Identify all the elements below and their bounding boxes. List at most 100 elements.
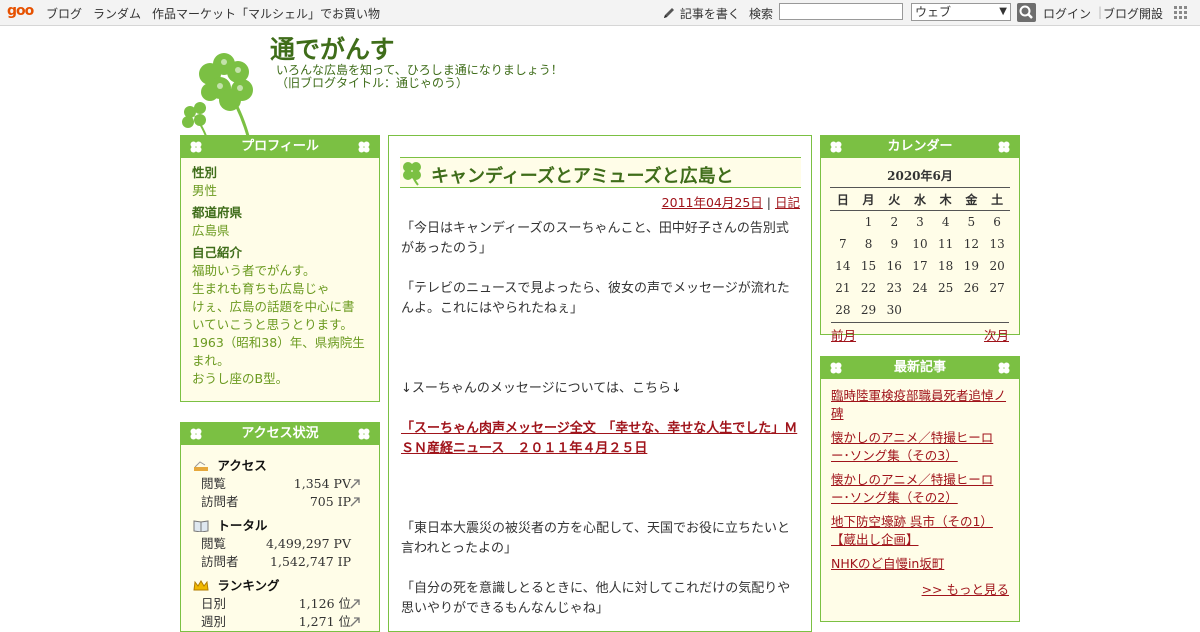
calendar-day: 12 bbox=[963, 237, 979, 251]
calendar-day: 11 bbox=[938, 237, 954, 251]
gender-value: 男性 bbox=[192, 183, 218, 198]
rank-row: 週別 1,271 位 bbox=[193, 613, 379, 631]
recent-article-link[interactable]: 懐かしのアニメ／特撮ヒーロー･ソング集（その3） bbox=[831, 429, 1009, 465]
news-link[interactable]: 「スーちゃん肉声メッセージ全文 「幸せな、幸せな人生でした」ＭＳＮ産経ニュース … bbox=[401, 419, 801, 459]
search-scope-select[interactable]: ウェブ ▼ bbox=[911, 3, 1011, 21]
calendar-day: 23 bbox=[886, 281, 902, 295]
calendar-day: 24 bbox=[912, 281, 928, 295]
profile-header: プロフィール bbox=[181, 136, 379, 158]
calendar-day: 14 bbox=[835, 259, 851, 273]
weekday: 金 bbox=[958, 187, 985, 211]
calendar-month: 2020年6月 bbox=[887, 169, 953, 183]
blog-start-link[interactable]: ブログ開設 bbox=[1103, 5, 1163, 22]
recent-article-link[interactable]: NHKのど自慢in坂町 bbox=[831, 555, 1009, 573]
article-date-link[interactable]: 2011年04月25日 bbox=[662, 195, 763, 210]
calendar-day bbox=[830, 211, 856, 234]
site-title[interactable]: 通でがんす bbox=[270, 30, 395, 66]
calendar-day bbox=[984, 299, 1010, 321]
access-section-title: アクセス bbox=[193, 457, 379, 475]
recent-article-link[interactable]: 懐かしのアニメ／特撮ヒーロー･ソング集（その2） bbox=[831, 471, 1009, 507]
prev-month-link[interactable]: 前月 bbox=[831, 325, 856, 344]
article-category-link[interactable]: 日記 bbox=[775, 195, 800, 210]
more-articles-link[interactable]: >> もっと見る bbox=[831, 579, 1009, 598]
intro-line: 1963（昭和38）年、県病院生 bbox=[192, 335, 365, 350]
nav-link-marche[interactable]: 作品マーケット「マルシェル」でお買い物 bbox=[152, 5, 380, 22]
article-paragraph: 「今日はキャンディーズのスーちゃんこと、田中好子さんの告別式があったのう」 bbox=[401, 221, 789, 256]
article-body: 「今日はキャンディーズのスーちゃんこと、田中好子さんの告別式があったのう」 「テ… bbox=[401, 219, 801, 619]
search-label: 検索 bbox=[749, 7, 774, 21]
recent-article-link[interactable]: 臨時陸軍検疫部職員死者追悼ノ碑 bbox=[831, 387, 1009, 423]
recent-header: 最新記事 bbox=[821, 357, 1019, 379]
calendar-week: 28 29 30 bbox=[830, 299, 1010, 321]
access-heading: アクセス状況 bbox=[241, 426, 319, 441]
calendar-day: 4 bbox=[941, 215, 950, 229]
article-header: キャンディーズとアミューズと広島と bbox=[400, 157, 801, 188]
rank-row: 日別 1,126 位 bbox=[193, 595, 379, 613]
clover-icon bbox=[998, 362, 1010, 374]
calendar-day: 9 bbox=[890, 237, 899, 251]
weekday: 月 bbox=[855, 187, 882, 211]
intro-line: まれ。 bbox=[192, 353, 230, 368]
site-tagline: いろんな広島を知って、ひろしま通になりましょう！ （旧ブログタイトル：通じゃのう… bbox=[276, 64, 563, 90]
recent-heading: 最新記事 bbox=[893, 360, 946, 375]
grid-menu-icon[interactable] bbox=[1173, 5, 1189, 21]
intro-line: 福助いう者でがんす。 bbox=[192, 263, 316, 278]
calendar-nav: 前月 次月 bbox=[831, 322, 1009, 343]
calendar-day: 30 bbox=[886, 303, 902, 317]
login-link[interactable]: ログイン bbox=[1043, 5, 1091, 22]
arrow-icon[interactable] bbox=[349, 478, 361, 490]
total-row: 訪問者 1,542,747 IP bbox=[201, 554, 351, 569]
article-paragraph: 「東日本大震災の被災者の方を心配して、天国でお役に立ちたいと言われとったよの」 bbox=[401, 521, 790, 556]
search-button[interactable] bbox=[1017, 3, 1036, 22]
clover-icon bbox=[358, 428, 370, 440]
article-meta: 2011年04月25日 | 日記 bbox=[662, 192, 800, 211]
next-month-link[interactable]: 次月 bbox=[984, 325, 1009, 344]
clover-icon bbox=[190, 141, 202, 153]
intro-line: 生まれも育ちも広島じゃ bbox=[192, 281, 330, 296]
calendar-day: 26 bbox=[963, 281, 979, 295]
goo-logo[interactable]: goo bbox=[7, 3, 34, 19]
book-icon bbox=[193, 520, 209, 532]
calendar-grid: 日 月 火 水 木 金 土 1 2 3 4 5 6 7 8 9 10 11 12… bbox=[830, 187, 1010, 321]
prefecture-value: 広島県 bbox=[192, 223, 230, 238]
calendar-day: 16 bbox=[886, 259, 902, 273]
top-navigation-bar: goo ブログ ランダム 作品マーケット「マルシェル」でお買い物 記事を書く 検… bbox=[0, 0, 1200, 26]
calendar-day: 18 bbox=[938, 259, 954, 273]
calendar-day bbox=[933, 299, 959, 321]
calendar-week: 7 8 9 10 11 12 13 bbox=[830, 233, 1010, 255]
tagline-line-2: （旧ブログタイトル：通じゃのう） bbox=[276, 76, 469, 90]
calendar-day: 28 bbox=[835, 303, 851, 317]
clover-icon bbox=[998, 141, 1010, 153]
nav-link-random[interactable]: ランダム bbox=[93, 5, 141, 22]
calendar-day: 25 bbox=[938, 281, 954, 295]
search-icon bbox=[1019, 5, 1033, 19]
calendar-day: 21 bbox=[835, 281, 851, 295]
article-title[interactable]: キャンディーズとアミューズと広島と bbox=[431, 162, 734, 188]
calendar-day: 13 bbox=[989, 237, 1005, 251]
arrow-icon[interactable] bbox=[349, 496, 361, 508]
access-chart-icon bbox=[194, 461, 208, 471]
recent-article-link[interactable]: 地下防空壕跡 呉市（その1）【蔵出し企画】 bbox=[831, 513, 1009, 549]
calendar-day: 17 bbox=[912, 259, 928, 273]
total-row: 閲覧 4,499,297 PV bbox=[201, 536, 351, 551]
search-input[interactable] bbox=[779, 3, 903, 20]
arrow-icon[interactable] bbox=[349, 616, 361, 628]
meta-separator: | bbox=[766, 195, 771, 210]
intro-line: けぇ、広島の話題を中心に書 bbox=[192, 299, 355, 314]
crown-icon bbox=[193, 580, 209, 591]
recent-articles-box: 最新記事 臨時陸軍検疫部職員死者追悼ノ碑 懐かしのアニメ／特撮ヒーロー･ソング集… bbox=[820, 356, 1020, 622]
nav-link-blog[interactable]: ブログ bbox=[46, 5, 82, 22]
calendar-day: 2 bbox=[890, 215, 899, 229]
ranking-section-title: ランキング bbox=[193, 577, 379, 595]
weekday: 火 bbox=[881, 187, 908, 211]
arrow-icon[interactable] bbox=[349, 598, 361, 610]
article-paragraph: ↓スーちゃんのメッセージについては、こちら↓ bbox=[401, 381, 682, 396]
article-paragraph: 「自分の死を意識しとるときに、他人に対してこれだけの気配りや思いやりができるもん… bbox=[401, 581, 791, 616]
calendar-week: 1 2 3 4 5 6 bbox=[830, 211, 1010, 234]
calendar-day: 3 bbox=[916, 215, 924, 229]
weekday: 木 bbox=[932, 187, 959, 211]
calendar-day: 29 bbox=[860, 303, 877, 317]
calendar-week: 21 22 23 24 25 26 27 bbox=[830, 277, 1010, 299]
intro-label: 自己紹介 bbox=[192, 245, 243, 260]
write-article-link[interactable]: 記事を書く bbox=[662, 5, 740, 22]
